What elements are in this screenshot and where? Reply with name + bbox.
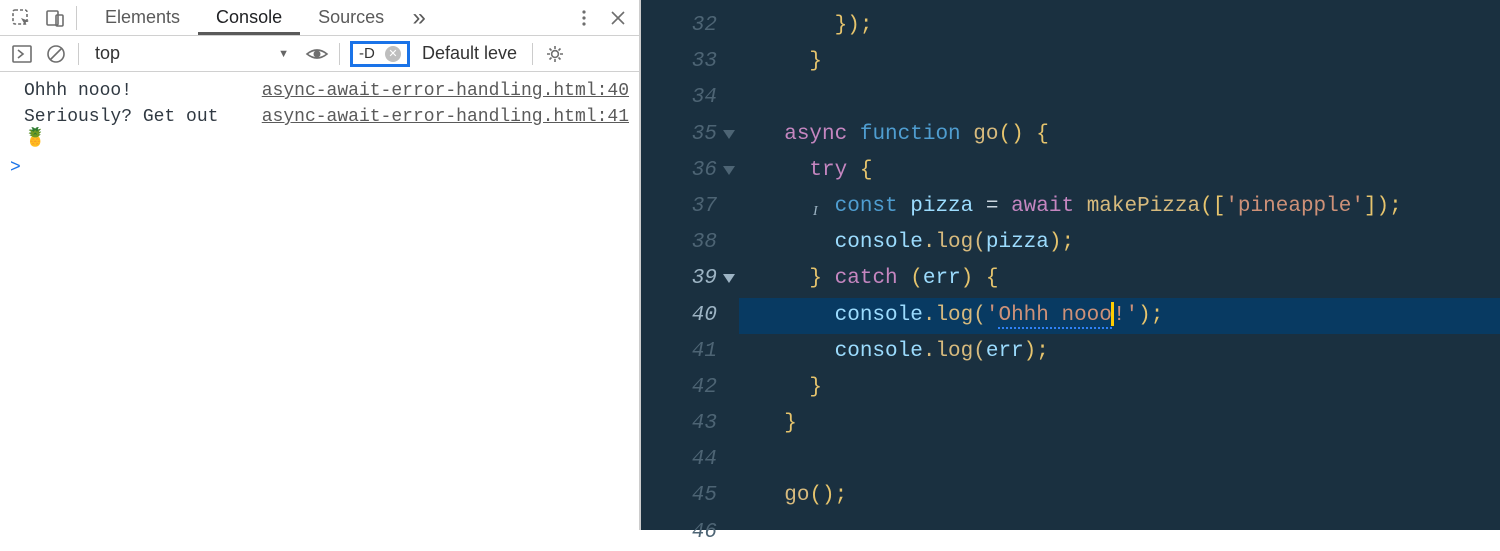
code-view[interactable]: }); } async function go() { try { I cons… [739,0,1500,530]
line-number[interactable]: 43 [641,406,717,442]
line-number[interactable]: 38 [641,225,717,261]
inspect-element-icon[interactable] [4,1,38,35]
log-message: Ohhh nooo! [24,81,224,101]
divider [339,43,340,65]
tab-list: Elements Console Sources [87,0,402,35]
log-source-link[interactable]: async-await-error-handling.html:41 [262,107,629,127]
log-source-link[interactable]: async-await-error-handling.html:40 [262,81,629,101]
kebab-menu-icon[interactable] [567,1,601,35]
console-toolbar: top ▼ -D ✕ Default leve [0,36,639,72]
tab-elements[interactable]: Elements [87,0,198,35]
line-number[interactable]: 45 [641,478,717,514]
line-number[interactable]: 46 [641,515,717,551]
chevron-down-icon: ▼ [278,48,289,60]
filter-clear-icon[interactable]: ✕ [385,46,401,62]
console-settings-icon[interactable] [539,38,571,70]
console-filter-input[interactable]: -D ✕ [350,41,410,67]
line-number[interactable]: 35 [641,117,717,153]
divider [76,6,77,30]
log-message: Seriously? Get out 🍍 [24,107,224,149]
clear-console-icon[interactable] [40,38,72,70]
line-number[interactable]: 33 [641,44,717,80]
console-log-entry: Ohhh nooo! async-await-error-handling.ht… [0,78,639,104]
console-prompt[interactable]: > [0,152,639,184]
console-sidebar-toggle-icon[interactable] [6,38,38,70]
line-number-gutter: 32 33 34 35 36 37 38 39 40 41 42 43 44 4… [641,0,739,530]
line-number[interactable]: 44 [641,442,717,478]
line-number[interactable]: 41 [641,334,717,370]
line-number[interactable]: 36 [641,153,717,189]
console-log-entry: Seriously? Get out 🍍 async-await-error-h… [0,104,639,152]
line-number[interactable]: 32 [641,8,717,44]
devtools-tab-bar: Elements Console Sources » [0,0,639,36]
more-tabs-icon[interactable]: » [402,1,436,35]
code-editor: 32 33 34 35 36 37 38 39 40 41 42 43 44 4… [641,0,1500,530]
devtools-panel: Elements Console Sources » top ▼ [0,0,641,530]
line-number[interactable]: 42 [641,370,717,406]
divider [78,43,79,65]
live-expression-icon[interactable] [301,38,333,70]
execution-context-selector[interactable]: top ▼ [85,41,299,66]
tab-sources[interactable]: Sources [300,0,402,35]
context-label: top [95,43,120,64]
tab-console[interactable]: Console [198,0,300,35]
line-number[interactable]: 34 [641,80,717,116]
device-toggle-icon[interactable] [38,1,72,35]
divider [532,43,533,65]
line-number[interactable]: 37 [641,189,717,225]
close-devtools-icon[interactable] [601,1,635,35]
filter-text: -D [359,45,375,62]
console-output: Ohhh nooo! async-await-error-handling.ht… [0,72,639,530]
line-number[interactable]: 39 [641,261,717,297]
log-level-selector[interactable]: Default leve [416,43,526,64]
line-number[interactable]: 40 [641,298,717,334]
